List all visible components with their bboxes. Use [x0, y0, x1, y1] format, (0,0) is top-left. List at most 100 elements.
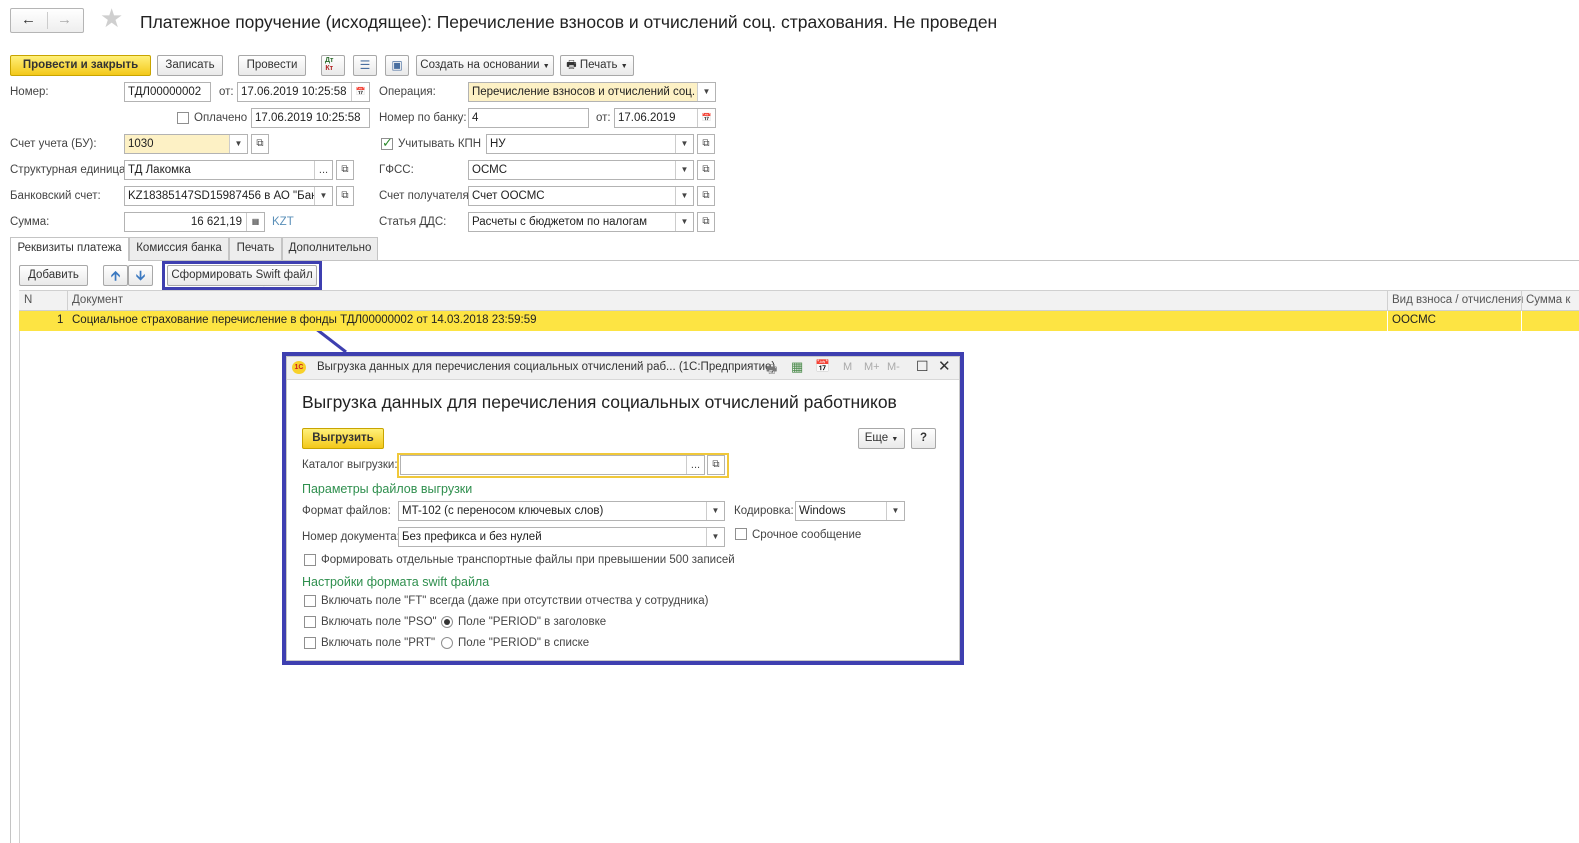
tab-bank-commission[interactable]: Комиссия банка: [129, 237, 229, 260]
kpn-checkbox[interactable]: [381, 135, 393, 151]
open-icon[interactable]: ⧉: [251, 134, 269, 154]
sum-field[interactable]: 16 621,19 ▦: [124, 212, 265, 232]
dropdown-arrow-icon[interactable]: ▼: [675, 213, 693, 231]
open-icon[interactable]: ⧉: [697, 160, 715, 180]
unit-value: ТД Лакомка: [128, 164, 191, 176]
number-field[interactable]: ТДЛ00000002: [124, 82, 211, 102]
catalog-label: Каталог выгрузки:: [302, 459, 398, 471]
create-swift-button[interactable]: Сформировать Swift файл: [167, 265, 317, 286]
post-button[interactable]: Провести: [238, 55, 306, 76]
memory-mplus-button[interactable]: M+: [864, 361, 880, 373]
open-icon[interactable]: ⧉: [336, 160, 354, 180]
calendar-icon[interactable]: 📅: [351, 83, 369, 101]
more-button[interactable]: Еще ▼: [858, 428, 905, 449]
calculator-icon[interactable]: ▦: [246, 213, 264, 231]
docnum-field[interactable]: Без префикса и без нулей ▼: [398, 527, 725, 547]
help-button[interactable]: ?: [911, 428, 936, 449]
1c-logo-icon: 1С: [292, 361, 306, 374]
paid-checkbox[interactable]: [177, 112, 189, 124]
table-icon[interactable]: ▦: [791, 359, 803, 375]
separate-files-checkbox[interactable]: [304, 554, 316, 566]
structure-button[interactable]: ▣: [385, 55, 409, 76]
dropdown-arrow-icon[interactable]: ▼: [229, 135, 247, 153]
period-header-label: Поле "PERIOD" в заголовке: [458, 616, 607, 628]
operation-field[interactable]: Перечисление взносов и отчислений соц. с…: [468, 82, 716, 102]
dds-value: Расчеты с бюджетом по налогам: [472, 216, 648, 228]
tab-print[interactable]: Печать: [229, 237, 282, 260]
print-preview-icon[interactable]: 🖶: [766, 360, 777, 381]
dropdown-arrow-icon[interactable]: ▼: [675, 187, 693, 205]
back-arrow-icon[interactable]: ←: [21, 11, 36, 28]
ellipsis-icon[interactable]: ...: [686, 456, 704, 474]
bank-date-field[interactable]: 17.06.2019 📅: [614, 108, 716, 128]
close-icon[interactable]: ✕: [938, 357, 951, 375]
create-based-button[interactable]: Создать на основании ▼: [416, 55, 554, 76]
add-button[interactable]: Добавить: [19, 265, 88, 286]
arrow-down-icon: 🡫: [135, 268, 146, 283]
move-up-button[interactable]: 🡩: [103, 265, 128, 286]
col-type-header: Вид взноса / отчисления: [1392, 294, 1524, 306]
memory-mminus-button[interactable]: M-: [887, 361, 900, 373]
row-type: ООСМС: [1392, 314, 1436, 326]
bank-account-field[interactable]: KZ18385147SD15987456 в АО "Банк ▼: [124, 186, 333, 206]
structure-icon: ▣: [391, 58, 403, 72]
recipient-account-field[interactable]: Счет ООСМС ▼: [468, 186, 694, 206]
forward-arrow-icon[interactable]: →: [57, 11, 72, 28]
dropdown-arrow-icon[interactable]: ▼: [675, 135, 693, 153]
export-dialog: 1С Выгрузка данных для перечисления соци…: [282, 352, 964, 665]
dropdown-arrow-icon[interactable]: ▼: [314, 187, 332, 205]
catalog-field[interactable]: ...: [400, 455, 705, 475]
period-list-radio[interactable]: [441, 637, 453, 649]
print-button[interactable]: 🖶 Печать ▼: [560, 55, 634, 76]
prt-checkbox[interactable]: [304, 637, 316, 649]
dropdown-arrow-icon[interactable]: ▼: [697, 83, 715, 101]
date-value: 17.06.2019 10:25:58: [241, 86, 347, 98]
calendar-icon[interactable]: 📅: [697, 109, 715, 127]
move-down-button[interactable]: 🡫: [128, 265, 153, 286]
currency-label: KZT: [272, 216, 294, 228]
memory-m-button[interactable]: M: [843, 361, 852, 373]
open-icon[interactable]: ⧉: [707, 455, 725, 475]
post-and-close-button[interactable]: Провести и закрыть: [10, 55, 151, 76]
calendar-icon[interactable]: 📅: [815, 359, 830, 373]
maximize-icon[interactable]: ☐: [916, 358, 929, 375]
pso-checkbox[interactable]: [304, 616, 316, 628]
urgent-checkbox[interactable]: [735, 528, 747, 540]
recipient-account-label: Счет получателя:: [379, 190, 472, 202]
unit-field[interactable]: ТД Лакомка ...: [124, 160, 333, 180]
account-field[interactable]: 1030 ▼: [124, 134, 248, 154]
dropdown-arrow-icon[interactable]: ▼: [706, 502, 724, 520]
ellipsis-icon[interactable]: ...: [314, 161, 332, 179]
tab-additional[interactable]: Дополнительно: [282, 237, 378, 260]
bank-number-field[interactable]: 4: [468, 108, 589, 128]
format-field[interactable]: MT-102 (с переносом ключевых слов) ▼: [398, 501, 725, 521]
format-value: MT-102 (с переносом ключевых слов): [402, 505, 604, 517]
dds-label: Статья ДДС:: [379, 216, 447, 228]
dds-field[interactable]: Расчеты с бюджетом по налогам ▼: [468, 212, 694, 232]
dropdown-arrow-icon[interactable]: ▼: [886, 502, 904, 520]
open-icon[interactable]: ⧉: [697, 212, 715, 232]
open-icon[interactable]: ⧉: [697, 134, 715, 154]
dropdown-arrow-icon[interactable]: ▼: [675, 161, 693, 179]
list-icon: ☰: [359, 58, 371, 72]
open-icon[interactable]: ⧉: [697, 186, 715, 206]
list-button[interactable]: ☰: [353, 55, 377, 76]
prt-label: Включать поле "PRT": [321, 637, 436, 649]
export-button[interactable]: Выгрузить: [302, 428, 384, 449]
gfss-value: ОСМС: [472, 164, 508, 176]
open-icon[interactable]: ⧉: [336, 186, 354, 206]
star-icon[interactable]: ★: [100, 3, 123, 34]
paid-date-field[interactable]: 17.06.2019 10:25:58: [251, 108, 370, 128]
dt-kt-button[interactable]: Дт Кт: [321, 55, 345, 76]
bank-date-value: 17.06.2019: [618, 112, 676, 124]
table-row[interactable]: 1 Социальное страхование перечисление в …: [19, 311, 1579, 331]
period-header-radio[interactable]: [441, 616, 453, 628]
tab-payment-details[interactable]: Реквизиты платежа: [10, 237, 129, 261]
save-button[interactable]: Записать: [157, 55, 223, 76]
dropdown-arrow-icon[interactable]: ▼: [706, 528, 724, 546]
ft-checkbox[interactable]: [304, 595, 316, 607]
kpn-field[interactable]: НУ ▼: [486, 134, 694, 154]
encoding-field[interactable]: Windows ▼: [795, 501, 905, 521]
gfss-field[interactable]: ОСМС ▼: [468, 160, 694, 180]
date-field[interactable]: 17.06.2019 10:25:58 📅: [237, 82, 370, 102]
